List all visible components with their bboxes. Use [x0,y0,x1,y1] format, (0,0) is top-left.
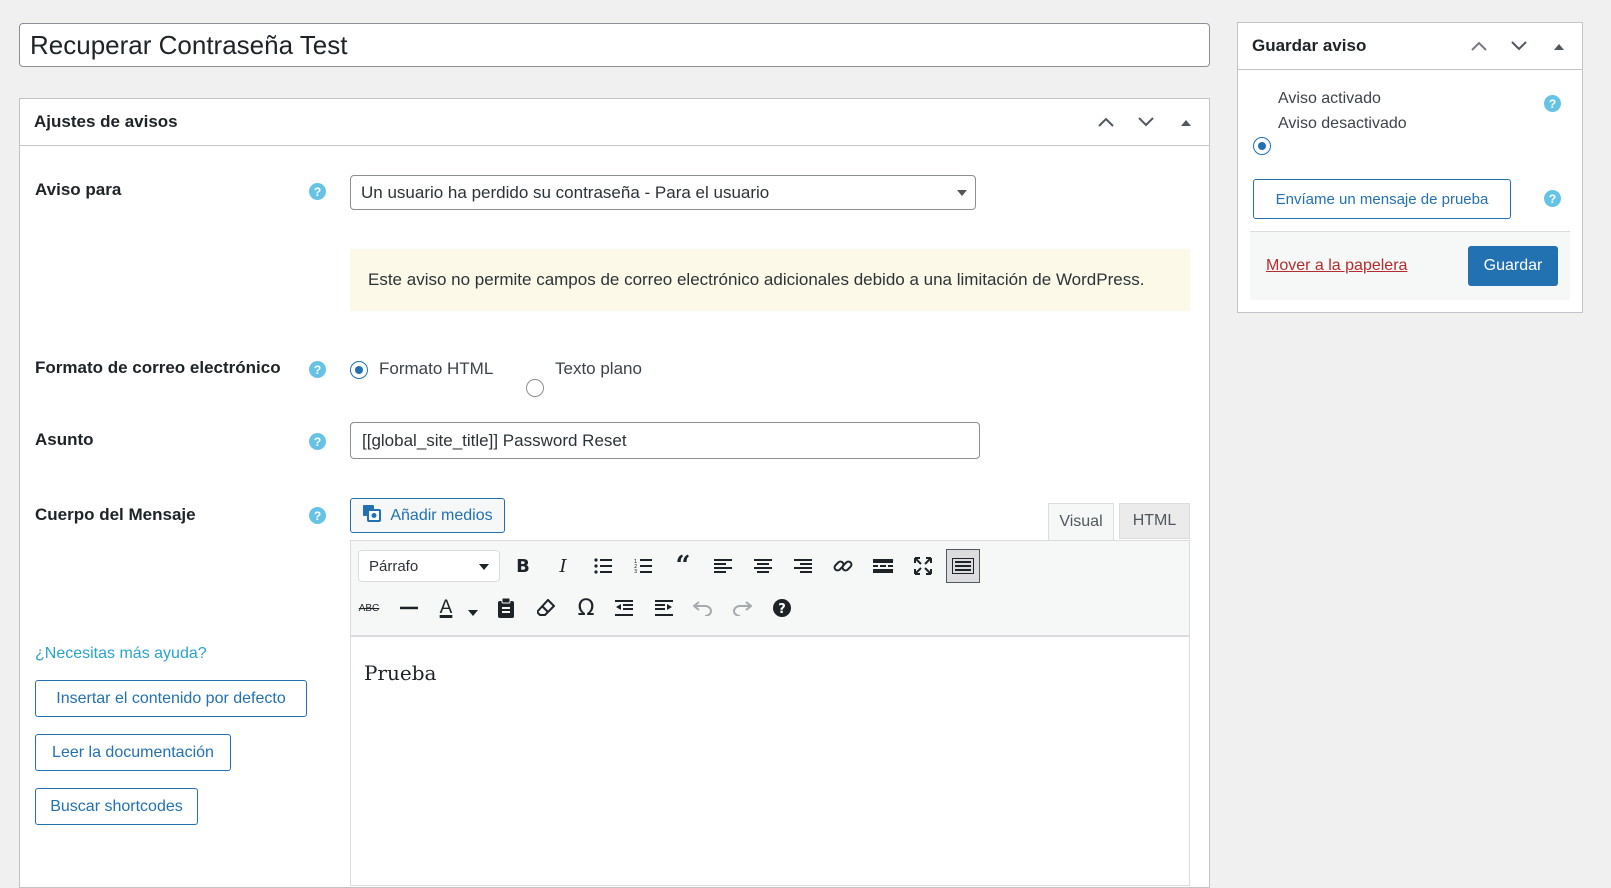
notice-disabled-label: Aviso desactivado [1278,115,1407,132]
format-select-value: Párrafo [369,557,419,575]
outdent-icon[interactable] [609,593,639,623]
save-box-header: Guardar aviso [1238,23,1582,70]
paste-text-icon[interactable] [491,593,521,623]
move-up-icon[interactable] [1466,33,1492,59]
tab-html-label: HTML [1132,512,1177,529]
svg-text:?: ? [778,602,786,617]
help-icon[interactable]: ? [309,433,326,450]
save-box-title: Guardar aviso [1252,36,1367,55]
help-icon[interactable]: ? [309,361,326,378]
format-html-label: Formato HTML [379,359,494,378]
blockquote-icon[interactable]: “ [668,551,698,581]
editor-toolbar: Párrafo B I 123 “ ABC A Ω ? [350,540,1190,636]
move-up-icon[interactable] [1093,109,1119,135]
read-docs-button[interactable]: Leer la documentación [35,734,231,771]
post-title-input[interactable]: Recuperar Contraseña Test [19,23,1210,67]
subject-input[interactable]: [[global_site_title]] Password Reset [350,422,980,459]
editor-content-text: Prueba [364,661,437,685]
link-icon[interactable] [828,551,858,581]
format-plain-radio[interactable] [526,379,544,397]
text-color-arrow-icon[interactable] [468,610,478,616]
move-to-trash-link[interactable]: Mover a la papelera [1266,257,1407,275]
read-more-icon[interactable] [868,551,898,581]
keyboard-shortcuts-icon[interactable]: ? [767,593,797,623]
save-button-label: Guardar [1483,257,1543,274]
svg-text:3: 3 [634,569,637,574]
read-docs-label: Leer la documentación [52,743,214,761]
send-test-message-label: Envíame un mensaje de prueba [1275,190,1489,208]
align-center-icon[interactable] [748,551,778,581]
format-plain-label: Texto plano [555,359,642,378]
italic-icon[interactable]: I [548,551,578,581]
help-icon[interactable]: ? [1544,190,1561,207]
notice-enabled-label: Aviso activado [1278,90,1381,107]
notice-for-selected: Un usuario ha perdido su contraseña - Pa… [361,182,770,202]
undo-icon[interactable] [688,593,718,623]
align-right-icon[interactable] [788,551,818,581]
message-body-label: Cuerpo del Mensaje [35,505,196,524]
move-down-icon[interactable] [1133,109,1159,135]
numbered-list-icon[interactable]: 123 [628,551,658,581]
insert-default-content-label: Insertar el contenido por defecto [56,689,286,707]
fullscreen-icon[interactable] [908,551,938,581]
strikethrough-icon[interactable]: ABC [354,593,384,623]
save-notice-box: Guardar aviso Aviso activado Aviso desac… [1237,22,1583,313]
notice-for-label: Aviso para [35,180,122,199]
notice-enabled-radio[interactable] [1253,137,1271,155]
bullet-list-icon[interactable] [588,551,618,581]
align-left-icon[interactable] [708,551,738,581]
help-icon[interactable]: ? [309,183,326,200]
notice-text: Este aviso no permite campos de correo e… [368,270,1145,289]
help-icon[interactable]: ? [1544,95,1561,112]
save-button[interactable]: Guardar [1468,246,1558,286]
save-box-actions: Mover a la papelera Guardar [1250,231,1570,300]
need-help-link[interactable]: ¿Necesitas más ayuda? [35,645,207,663]
editor-content-area[interactable]: Prueba [350,636,1190,886]
format-html-radio[interactable] [350,361,368,379]
insert-default-content-button[interactable]: Insertar el contenido por defecto [35,680,307,717]
help-icon[interactable]: ? [309,507,326,524]
special-character-icon[interactable]: Ω [571,593,601,623]
email-format-label: Formato de correo electrónico [35,358,281,377]
notice-for-select[interactable]: Un usuario ha perdido su contraseña - Pa… [350,175,976,210]
tab-visual[interactable]: Visual [1048,503,1114,541]
redo-icon[interactable] [727,593,757,623]
collapse-toggle-icon[interactable] [1173,109,1199,135]
format-select-arrow-icon [479,564,489,570]
indent-icon[interactable] [649,593,679,623]
collapse-toggle-icon[interactable] [1546,33,1572,59]
add-media-label: Añadir medios [390,506,493,524]
clear-formatting-icon[interactable] [531,593,561,623]
limitation-notice: Este aviso no permite campos de correo e… [350,249,1190,311]
tab-html[interactable]: HTML [1119,503,1190,539]
subject-label: Asunto [35,430,94,449]
search-shortcodes-label: Buscar shortcodes [50,797,183,815]
horizontal-line-icon[interactable] [394,593,424,623]
bold-icon[interactable]: B [508,551,538,581]
add-media-button[interactable]: Añadir medios [350,498,505,533]
settings-box-header: Ajustes de avisos [20,99,1209,146]
send-test-message-button[interactable]: Envíame un mensaje de prueba [1253,179,1511,219]
settings-box-title: Ajustes de avisos [34,112,178,131]
select-arrow-icon [957,190,967,196]
media-icon [362,504,382,527]
search-shortcodes-button[interactable]: Buscar shortcodes [35,788,198,825]
tab-visual-label: Visual [1059,513,1103,530]
move-down-icon[interactable] [1506,33,1532,59]
text-color-icon[interactable]: A [431,593,461,623]
subject-value: [[global_site_title]] Password Reset [362,430,627,450]
toolbar-toggle-icon[interactable] [946,549,980,583]
